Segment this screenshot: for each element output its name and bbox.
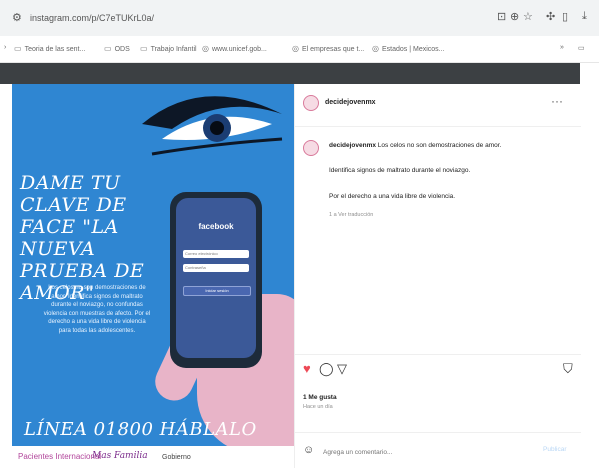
phone-screen: facebook Correo electrónico Contraseña I… xyxy=(176,198,256,358)
bookmark-icon[interactable]: ⛉ xyxy=(563,361,573,377)
bookmark-item[interactable]: ▭ Teoria de las sent... xyxy=(14,44,85,53)
sponsor-logos: Pacientes Internacional Mas Familia Gobi… xyxy=(12,446,294,468)
comment-bar: ☺ Publicar xyxy=(295,432,581,469)
browser-toolbar: ⚙ instagram.com/p/C7eTUKrL0a/ ⊡ ⊕ ☆ ✣ ▯ … xyxy=(0,0,599,36)
comment-icon[interactable]: ◯ xyxy=(319,361,334,377)
more-icon[interactable]: ··· xyxy=(551,94,563,108)
folder-icon: ▭ xyxy=(14,44,22,53)
logo-2: Mas Familia xyxy=(92,451,148,461)
translate-icon[interactable]: ⊡ xyxy=(497,10,506,23)
post-side-panel: decidejovenmx ··· decidejovenmx Los celo… xyxy=(294,84,581,468)
publish-button[interactable]: Publicar xyxy=(543,446,566,453)
bookmarks-overflow[interactable]: » xyxy=(560,44,564,51)
post-date: Hace un día xyxy=(303,404,333,410)
phone-email-field: Correo electrónico xyxy=(183,250,249,258)
tune-icon[interactable]: ⚙ xyxy=(12,11,22,24)
caption-avatar[interactable] xyxy=(303,140,319,156)
bookmark-item[interactable]: ▭ Trabajo Infantil xyxy=(140,44,197,53)
caption-username[interactable]: decidejovenmx xyxy=(329,142,376,149)
logo-3: Gobierno xyxy=(162,454,191,461)
bookmark-item[interactable]: ▭ ODS xyxy=(104,44,130,53)
likes-count[interactable]: 1 Me gusta xyxy=(303,394,337,401)
bookmark-item[interactable]: ◎ www.unicef.gob... xyxy=(202,44,267,53)
logo-1: Pacientes Internacional xyxy=(18,452,102,461)
download-icon[interactable]: ⤓ xyxy=(582,10,587,23)
eye-illustration xyxy=(142,96,283,156)
caption-line-1: decidejovenmx Los celos no son demostrac… xyxy=(329,142,502,149)
globe-icon: ◎ xyxy=(202,44,209,53)
globe-icon: ◎ xyxy=(372,44,379,53)
bookmark-arrow-icon[interactable]: › xyxy=(4,44,6,51)
post-username[interactable]: decidejovenmx xyxy=(325,99,376,106)
folder-icon[interactable]: ▭ xyxy=(578,44,585,52)
extension-icon[interactable]: ✣ xyxy=(546,10,555,23)
comment-input[interactable] xyxy=(323,446,503,458)
post-header: decidejovenmx ··· xyxy=(295,84,581,127)
folder-icon: ▭ xyxy=(140,44,148,53)
folder-icon: ▭ xyxy=(104,44,112,53)
caption-meta[interactable]: 1 a Ver traducción xyxy=(329,212,373,218)
post-image[interactable]: DAME TU CLAVE DE FACE "LA NUEVA PRUEBA D… xyxy=(12,84,294,468)
star-icon[interactable]: ☆ xyxy=(523,10,533,23)
emoji-icon[interactable]: ☺ xyxy=(303,444,314,456)
phone-password-field: Contraseña xyxy=(183,264,249,272)
page-backdrop xyxy=(0,63,580,84)
globe-icon: ◎ xyxy=(292,44,299,53)
scrollbar[interactable] xyxy=(580,63,599,468)
avatar[interactable] xyxy=(303,95,319,111)
post-body-copy: Los celos no son demostraciones de amor.… xyxy=(43,285,151,334)
actions-divider xyxy=(295,354,581,355)
address-bar[interactable]: ⚙ instagram.com/p/C7eTUKrL0a/ xyxy=(6,8,476,30)
phone-login-button: Iniciar sesión xyxy=(183,286,251,296)
bookmark-item[interactable]: ◎ Estados | Mexicos... xyxy=(372,44,445,53)
phone-illustration: facebook Correo electrónico Contraseña I… xyxy=(170,192,262,368)
caption-line-2: Identifica signos de maltrato durante el… xyxy=(329,167,471,174)
bookmark-item[interactable]: ◎ El empresas que t... xyxy=(292,44,364,53)
caption-line-3: Por el derecho a una vida libre de viole… xyxy=(329,193,456,200)
bookmarks-bar: › ▭ Teoria de las sent... ▭ ODS ▭ Trabajo I… xyxy=(0,36,599,63)
post-footer-line: LÍNEA 01800 HÁBLALO xyxy=(24,419,257,440)
url-text[interactable]: instagram.com/p/C7eTUKrL0a/ xyxy=(30,13,154,23)
sidepanel-icon[interactable]: ▯ xyxy=(562,10,568,23)
phone-brand: facebook xyxy=(198,222,234,231)
zoom-icon[interactable]: ⊕ xyxy=(510,10,519,23)
heart-icon[interactable]: ♥ xyxy=(303,361,311,376)
share-icon[interactable]: ▽ xyxy=(337,361,347,377)
